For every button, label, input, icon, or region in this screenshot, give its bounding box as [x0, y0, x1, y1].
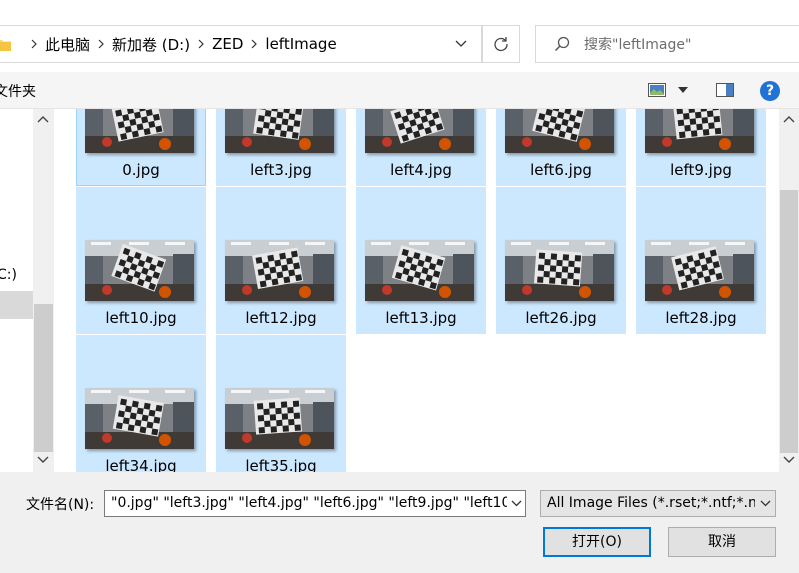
- view-options-icon[interactable]: [648, 82, 666, 98]
- nav-item-selected[interactable]: [0, 291, 33, 319]
- image-thumbnail: [225, 388, 334, 449]
- filetype-value: All Image Files (*.rset;*.ntf;*.nitf;*.j…: [547, 495, 775, 511]
- file-name: left4.jpg: [390, 161, 452, 179]
- file-name: left28.jpg: [665, 309, 737, 327]
- address-bar[interactable]: 此电脑 新加卷 (D:) ZED leftImage: [0, 25, 482, 63]
- image-thumbnail: [505, 109, 614, 153]
- open-button[interactable]: 打开(O): [543, 527, 651, 557]
- file-item[interactable]: left34.jpg: [76, 335, 206, 472]
- file-name: left26.jpg: [525, 309, 597, 327]
- navigation-pane: C:): [0, 109, 54, 472]
- search-placeholder: 搜索"leftImage": [584, 37, 692, 53]
- file-item[interactable]: left4.jpg: [356, 109, 486, 186]
- cancel-button[interactable]: 取消: [668, 527, 776, 557]
- preview-pane-icon[interactable]: [716, 82, 734, 98]
- file-open-dialog: 此电脑 新加卷 (D:) ZED leftImage 搜索"leftImage": [0, 0, 799, 573]
- address-history-dropdown[interactable]: [450, 26, 472, 62]
- file-name: 0.jpg: [122, 161, 160, 179]
- refresh-icon: [494, 37, 508, 52]
- file-scrollbar-thumb[interactable]: [780, 190, 798, 453]
- file-item[interactable]: left10.jpg: [76, 187, 206, 334]
- file-item[interactable]: left28.jpg: [636, 187, 766, 334]
- file-name: left13.jpg: [385, 309, 457, 327]
- filename-input[interactable]: "0.jpg" "left3.jpg" "left4.jpg" "left6.j…: [104, 490, 526, 517]
- nav-item-drive-c[interactable]: C:): [0, 267, 17, 283]
- folder-icon: [0, 39, 11, 51]
- file-name: left35.jpg: [245, 457, 317, 472]
- image-thumbnail: [85, 109, 194, 153]
- chevron-right-icon[interactable]: [243, 39, 265, 49]
- image-thumbnail: [365, 109, 474, 153]
- file-list: 0.jpg left3.jpg left4.jpg left6.jpg left…: [54, 109, 779, 472]
- file-item[interactable]: 0.jpg: [76, 109, 206, 186]
- chevron-down-icon[interactable]: [37, 456, 49, 464]
- file-item[interactable]: left35.jpg: [216, 335, 346, 472]
- chevron-right-icon[interactable]: [190, 39, 212, 49]
- chevron-down-icon: [511, 500, 521, 507]
- image-thumbnail: [225, 109, 334, 153]
- chevron-right-icon[interactable]: [90, 39, 112, 49]
- filename-dropdown[interactable]: [507, 491, 525, 516]
- filename-label: 文件名(N):: [26, 497, 95, 513]
- file-item[interactable]: left26.jpg: [496, 187, 626, 334]
- filetype-select[interactable]: All Image Files (*.rset;*.ntf;*.nitf;*.j…: [540, 490, 776, 517]
- nav-scrollbar-thumb[interactable]: [34, 304, 53, 452]
- refresh-button[interactable]: [482, 25, 520, 63]
- image-thumbnail: [85, 240, 194, 301]
- breadcrumb-drive-d[interactable]: 新加卷 (D:): [112, 34, 190, 55]
- search-icon: [554, 36, 570, 52]
- file-name: left9.jpg: [670, 161, 732, 179]
- view-dropdown-icon[interactable]: [678, 87, 688, 93]
- chevron-down-icon: [455, 40, 467, 47]
- breadcrumb-zed[interactable]: ZED: [212, 35, 243, 53]
- file-item[interactable]: left6.jpg: [496, 109, 626, 186]
- new-folder-button[interactable]: 文件夹: [0, 81, 36, 101]
- search-input[interactable]: 搜索"leftImage": [535, 25, 799, 63]
- image-thumbnail: [225, 240, 334, 301]
- image-thumbnail: [505, 240, 614, 301]
- image-thumbnail: [365, 240, 474, 301]
- filename-value: "0.jpg" "left3.jpg" "left4.jpg" "left6.j…: [111, 495, 526, 511]
- address-row: 此电脑 新加卷 (D:) ZED leftImage 搜索"leftImage": [0, 0, 799, 72]
- chevron-down-icon[interactable]: [783, 456, 795, 464]
- image-thumbnail: [645, 240, 754, 301]
- help-icon[interactable]: ?: [760, 81, 780, 101]
- image-thumbnail: [645, 109, 754, 153]
- file-item[interactable]: left3.jpg: [216, 109, 346, 186]
- chevron-up-icon[interactable]: [783, 115, 795, 123]
- chevron-down-icon: [760, 500, 770, 507]
- file-item[interactable]: left12.jpg: [216, 187, 346, 334]
- breadcrumb-leftimage[interactable]: leftImage: [265, 35, 336, 53]
- toolbar: 文件夹 ?: [0, 72, 799, 109]
- file-name: left10.jpg: [105, 309, 177, 327]
- chevron-up-icon[interactable]: [37, 115, 49, 123]
- filetype-dropdown[interactable]: [755, 491, 775, 516]
- chevron-right-icon: [23, 39, 45, 49]
- image-thumbnail: [85, 388, 194, 449]
- file-name: left12.jpg: [245, 309, 317, 327]
- breadcrumb-this-pc[interactable]: 此电脑: [45, 34, 90, 55]
- file-name: left6.jpg: [530, 161, 592, 179]
- file-name: left34.jpg: [105, 457, 177, 472]
- file-item[interactable]: left13.jpg: [356, 187, 486, 334]
- file-item[interactable]: left9.jpg: [636, 109, 766, 186]
- file-name: left3.jpg: [250, 161, 312, 179]
